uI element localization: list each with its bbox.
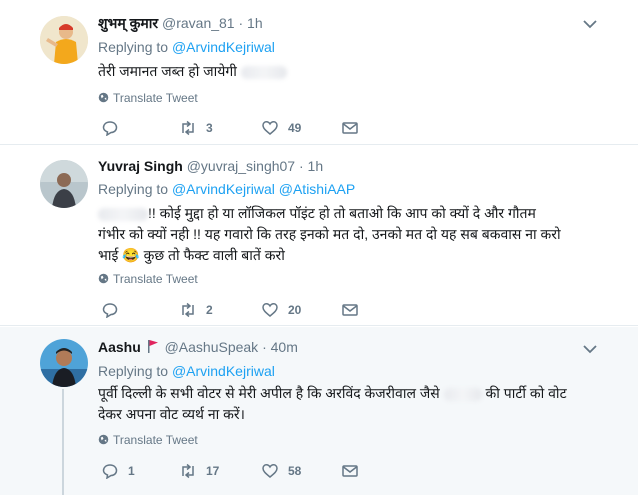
retweet-icon: [182, 302, 194, 318]
mention-link[interactable]: @AtishiAAP: [279, 181, 355, 197]
retweet-icon: [182, 120, 194, 136]
reply-button[interactable]: [102, 300, 128, 320]
like-button[interactable]: 58: [262, 461, 301, 481]
reply-icon: [102, 303, 118, 318]
avatar[interactable]: [40, 160, 88, 208]
tweet-header: Yuvraj Singh @yuvraj_singh07 · 1h: [98, 158, 323, 174]
direct-message-button[interactable]: [342, 300, 368, 320]
direct-message-button[interactable]: [342, 118, 368, 138]
timestamp[interactable]: 1h: [308, 158, 324, 174]
tweet-text: पूर्वी दिल्ली के सभी वोटर से मेरी अपील ह…: [98, 383, 608, 425]
globe-icon: [98, 273, 109, 284]
globe-icon: [98, 92, 109, 103]
avatar[interactable]: [40, 339, 88, 387]
retweet-count: 3: [206, 121, 213, 135]
tweet-header: शुभम् कुमार @ravan_81 · 1h: [98, 14, 263, 33]
tweet-text-line: !! कोई मुद्दा हो या लॉजिकल पॉइंट हो तो ब…: [148, 205, 536, 221]
mention-link[interactable]: @ArvindKejriwal: [172, 181, 275, 197]
separator-dot: ·: [238, 15, 244, 31]
tweet-1[interactable]: शुभम् कुमार @ravan_81 · 1h Replying to @…: [0, 0, 638, 145]
like-button[interactable]: 49: [262, 118, 301, 138]
blurred-text: [98, 207, 148, 221]
display-name[interactable]: Aashu: [98, 339, 141, 355]
reply-button[interactable]: 1: [102, 461, 135, 481]
replying-label: Replying to: [98, 181, 169, 197]
user-handle[interactable]: @AashuSpeak: [165, 339, 259, 355]
separator-dot: ·: [262, 339, 267, 355]
display-name[interactable]: Yuvraj Singh: [98, 158, 183, 174]
translate-tweet[interactable]: Translate Tweet: [98, 433, 198, 447]
retweet-count: 2: [206, 303, 213, 317]
reply-button[interactable]: [102, 118, 128, 138]
reply-count: 1: [128, 464, 135, 478]
globe-icon: [98, 434, 109, 445]
reply-icon: [102, 121, 118, 136]
mention-link[interactable]: @ArvindKejriwal: [172, 363, 275, 379]
tweet-text-line: भाई: [98, 247, 119, 263]
heart-icon: [262, 121, 278, 135]
display-name[interactable]: शुभम् कुमार: [98, 15, 158, 31]
envelope-icon: [342, 122, 358, 134]
tweet-2[interactable]: Yuvraj Singh @yuvraj_singh07 · 1h Replyi…: [0, 146, 638, 326]
replying-label: Replying to: [98, 39, 169, 55]
tweet-text-line: गंभीर को क्यों नही !! यह गवारो कि तरह इन…: [98, 226, 561, 242]
laughing-emoji-icon: 😂: [122, 247, 140, 263]
like-count: 20: [288, 303, 302, 317]
tweet-actions: 3 49: [98, 118, 398, 138]
translate-tweet[interactable]: Translate Tweet: [98, 272, 198, 286]
tweet-text: !! कोई मुद्दा हो या लॉजिकल पॉइंट हो तो ब…: [98, 203, 608, 266]
tweet-actions: 1 17 58: [98, 461, 398, 481]
tweet-text: तेरी जमानत जब्त हो जायेगी: [98, 61, 608, 82]
user-handle[interactable]: @ravan_81: [162, 15, 235, 31]
envelope-icon: [342, 304, 358, 316]
envelope-icon: [342, 465, 358, 477]
translate-label[interactable]: Translate Tweet: [113, 433, 198, 447]
heart-icon: [262, 303, 278, 317]
tweet-text-line: कुछ तो फैक्ट वाली बातें करो: [143, 247, 285, 263]
tweet-actions: 2 20: [98, 300, 398, 320]
thread-line: [62, 389, 64, 495]
retweet-button[interactable]: 3: [180, 118, 213, 138]
translate-tweet[interactable]: Translate Tweet: [98, 91, 198, 105]
retweet-button[interactable]: 17: [180, 461, 219, 481]
mention-link[interactable]: @ArvindKejriwal: [172, 39, 275, 55]
replying-label: Replying to: [98, 363, 169, 379]
replying-to: Replying to @ArvindKejriwal @AtishiAAP: [98, 181, 355, 197]
like-count: 49: [288, 121, 302, 135]
direct-message-button[interactable]: [342, 461, 368, 481]
tweet-text-line: पूर्वी दिल्ली के सभी वोटर से मेरी अपील ह…: [98, 385, 440, 401]
translate-label[interactable]: Translate Tweet: [113, 272, 198, 286]
replying-to: Replying to @ArvindKejriwal: [98, 363, 275, 379]
tweet-text-line: की पार्टी को वोट: [485, 385, 567, 401]
retweet-icon: [182, 463, 194, 479]
user-handle[interactable]: @yuvraj_singh07: [187, 158, 295, 174]
chevron-down-icon[interactable]: [582, 18, 598, 30]
tweet-header: Aashu @AashuSpeak · 40m: [98, 339, 298, 355]
tweet-3[interactable]: Aashu @AashuSpeak · 40m Replying to @Arv…: [0, 327, 638, 495]
like-count: 58: [288, 464, 302, 478]
blurred-text: [240, 65, 287, 79]
replying-to: Replying to @ArvindKejriwal: [98, 39, 275, 55]
reply-icon: [102, 464, 118, 479]
like-button[interactable]: 20: [262, 300, 301, 320]
tweet-text-content: तेरी जमानत जब्त हो जायेगी: [98, 63, 237, 79]
chevron-down-icon[interactable]: [582, 343, 598, 355]
separator-dot: ·: [298, 158, 304, 174]
flag-icon: [147, 340, 158, 353]
blurred-text: [443, 387, 482, 401]
retweet-count: 17: [206, 464, 220, 478]
retweet-button[interactable]: 2: [180, 300, 213, 320]
timestamp[interactable]: 40m: [271, 339, 298, 355]
tweet-text-line: देकर अपना वोट व्यर्थ ना करें।: [98, 406, 245, 422]
translate-label[interactable]: Translate Tweet: [113, 91, 198, 105]
timestamp[interactable]: 1h: [247, 15, 263, 31]
avatar[interactable]: [40, 16, 88, 64]
heart-icon: [262, 464, 278, 478]
